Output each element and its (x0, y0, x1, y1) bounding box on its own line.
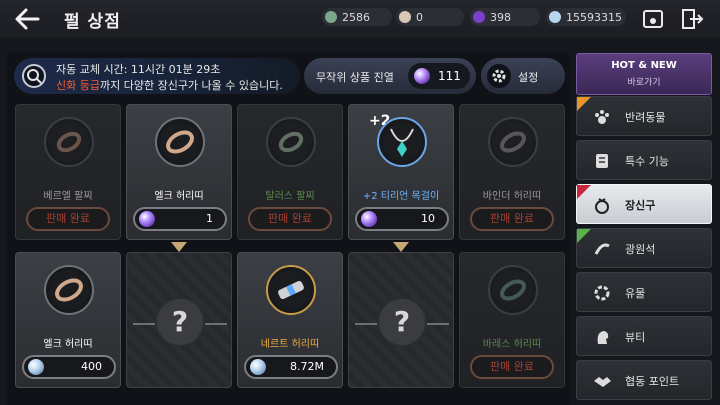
gear-icon (487, 64, 511, 88)
search-icon (27, 69, 42, 84)
price-button[interactable]: 400 (22, 355, 116, 379)
sold-out-label: 판매 완료 (470, 207, 554, 231)
item-slot (266, 265, 316, 315)
bracelet-icon (56, 131, 82, 153)
sidebar-item-accessories[interactable]: 장신구 (576, 184, 712, 224)
hot-new-title: HOT & NEW (611, 60, 677, 71)
face-icon (597, 331, 609, 344)
random-count: 111 (438, 69, 461, 83)
new-tag (577, 97, 591, 111)
sold-out-label: 판매 완료 (26, 207, 110, 231)
mystery-card: ? (126, 252, 232, 388)
exit-door-icon (682, 9, 704, 29)
silver-coin-icon (28, 359, 44, 375)
scroll-icon (596, 154, 608, 168)
belt-icon (278, 280, 304, 300)
sidebar-item-pets[interactable]: 반려동물 (576, 96, 712, 136)
item-slot (488, 265, 538, 315)
chain-link (205, 323, 227, 325)
silver-coin-icon (549, 11, 561, 23)
purple-gem-icon (139, 211, 155, 227)
chain-link (427, 323, 449, 325)
silver-coin-icon (250, 359, 266, 375)
sold-out-label: 판매 완료 (248, 207, 332, 231)
question-mark-icon: ? (155, 297, 205, 347)
belt-icon (500, 131, 526, 153)
purple-gem-icon (414, 68, 430, 84)
arrow-down-icon (393, 242, 409, 252)
back-button[interactable] (12, 6, 42, 32)
green-gem-icon (325, 11, 337, 23)
item-name: 탈러스 팔찌 (265, 191, 315, 202)
item-card[interactable]: 탈러스 팔찌 판매 완료 (237, 104, 343, 240)
page-title: 펄 상점 (64, 12, 121, 32)
sidebar-item-lightstone[interactable]: 광원석 (576, 228, 712, 268)
hot-tag (577, 185, 591, 199)
item-slot (44, 265, 94, 315)
item-card[interactable]: 엘크 허리띠 400 (15, 252, 121, 388)
currency-pearl: 0 (396, 8, 464, 26)
sidebar-item-beauty[interactable]: 뷰티 (576, 316, 712, 356)
ring-icon (595, 198, 609, 214)
search-button[interactable] (22, 64, 46, 88)
item-card[interactable]: 베르엘 팔찌 판매 완료 (15, 104, 121, 240)
sidebar-item-coop-points[interactable]: 협동 포인트 (576, 360, 712, 400)
relic-icon (594, 285, 610, 301)
arrow-down-icon (171, 242, 187, 252)
item-name: 바인더 허리띠 (482, 191, 542, 202)
settings-label: 설정 (518, 71, 539, 84)
item-card[interactable]: 네르트 허리띠 8.72M (237, 252, 343, 388)
item-name: 엘크 허리띠 (154, 191, 204, 202)
chain-link (133, 323, 155, 325)
price-button[interactable]: 10 (355, 207, 449, 231)
item-card[interactable]: 엘크 허리띠 1 (126, 104, 232, 240)
question-mark-icon: ? (377, 297, 427, 347)
purple-gem-icon (361, 211, 377, 227)
chest-icon (643, 10, 663, 28)
item-name: 바레스 허리띠 (482, 339, 542, 350)
bracelet-icon (278, 131, 304, 153)
sidebar-item-relic[interactable]: 유물 (576, 272, 712, 312)
random-display-label: 무작위 상품 진열 (316, 71, 394, 84)
arrow-left-icon (15, 8, 40, 30)
pearl-icon (399, 11, 411, 23)
item-slot (377, 117, 427, 167)
hot-new-subtitle: 바로가기 (627, 78, 661, 88)
item-slot (266, 117, 316, 167)
price-button[interactable]: 1 (133, 207, 227, 231)
storage-button[interactable] (641, 7, 665, 31)
sidebar-item-special[interactable]: 특수 기능 (576, 140, 712, 180)
item-slot (155, 117, 205, 167)
handshake-icon (594, 377, 611, 387)
item-slot (44, 117, 94, 167)
currency-purple: 398 (470, 8, 540, 26)
mystery-card: ? (348, 252, 454, 388)
currency-green: 2586 (322, 8, 392, 26)
currency-silver: 15593315 (546, 8, 626, 26)
new-tag (577, 229, 591, 243)
exit-button[interactable] (680, 7, 704, 31)
paw-icon (595, 110, 609, 124)
belt-icon (166, 130, 194, 154)
price-button[interactable]: 8.72M (244, 355, 338, 379)
item-card[interactable]: 바레스 허리띠 판매 완료 (459, 252, 565, 388)
grade-notice: 신화 등급까지 다양한 장신구가 나올 수 있습니다. (56, 79, 283, 92)
crystal-icon (594, 243, 610, 255)
chain-link (355, 323, 377, 325)
necklace-icon (390, 128, 414, 157)
purple-gem-icon (473, 11, 485, 23)
belt-icon (55, 278, 83, 302)
item-slot (488, 117, 538, 167)
refresh-timer: 자동 교체 시간: 11시간 01분 29초 (56, 63, 221, 76)
belt-icon (500, 279, 526, 301)
item-name: +2 티리언 목걸이 (362, 191, 440, 202)
item-card[interactable]: +2 +2 티리언 목걸이 10 (348, 104, 454, 240)
sold-out-label: 판매 완료 (470, 355, 554, 379)
item-name: 엘크 허리띠 (43, 339, 93, 350)
item-name: 네르트 허리띠 (260, 339, 320, 350)
item-name: 베르엘 팔찌 (43, 191, 93, 202)
item-card[interactable]: 바인더 허리띠 판매 완료 (459, 104, 565, 240)
